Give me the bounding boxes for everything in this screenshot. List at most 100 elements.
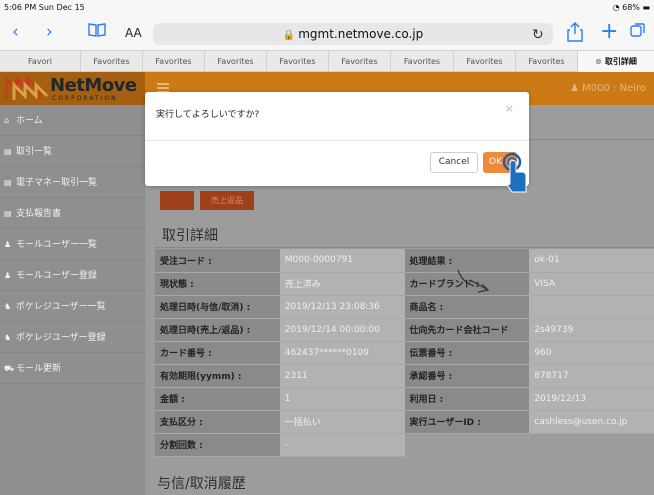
status-time: 5:06 PM Sun Dec 15: [4, 3, 85, 12]
sidebar-item-home[interactable]: ⌂ ホーム: [0, 105, 145, 136]
favorites-tab[interactable]: Favorites: [267, 51, 329, 72]
history-title: 与信/取消履歴: [157, 476, 246, 492]
table-row: 支払区分 : 一括払い 実行ユーザーID : cashless@usen.co.jp: [155, 410, 654, 434]
field-label: 伝票番号 :: [404, 341, 530, 365]
users-icon: ♞: [4, 333, 12, 342]
text-size-button[interactable]: AA: [125, 26, 142, 40]
field-label: 処理日時(与信/取消) :: [155, 295, 280, 319]
sidebar-item-pokereji-register[interactable]: ♞ ポケレジユーザー登録: [0, 322, 145, 353]
favorites-tab[interactable]: Favorites: [329, 51, 391, 72]
sidebar-item-label: 電子マネー取引一覧: [16, 178, 98, 188]
field-label: 利用日 :: [404, 387, 530, 411]
field-label: 受注コード :: [155, 249, 280, 273]
sidebar-item-emoney[interactable]: ▤ 電子マネー取引一覧: [0, 167, 145, 198]
tabs-icon[interactable]: [630, 22, 646, 43]
favorites-tab-label: Favorites: [528, 57, 565, 66]
forward-icon[interactable]: ›: [46, 22, 53, 42]
logo[interactable]: NetMove CORPORATION: [0, 72, 145, 105]
browser-toolbar: ‹ › AA 🔒 mgmt.netmove.co.jp ↻ +: [0, 16, 654, 50]
address-bar[interactable]: 🔒 mgmt.netmove.co.jp: [153, 23, 553, 45]
favorites-tab-label: Favorites: [155, 57, 192, 66]
favorites-tab-label: Favorites: [341, 57, 378, 66]
favorites-tab[interactable]: Favorites: [391, 51, 454, 72]
table-row: 金額 :1 利用日 :2019/12/13: [155, 387, 654, 411]
empty-cell: [529, 433, 654, 456]
sidebar-item-label: 支払報告書: [16, 209, 62, 219]
confirm-dialog: 実行してよろしいですか? × Cancel OK: [145, 92, 529, 186]
section-title: 取引詳細: [162, 228, 218, 244]
user-menu[interactable]: ♟ M000 : Neiro: [570, 83, 646, 94]
favorites-tab-label: Favorites: [93, 57, 130, 66]
field-value: 2019/12/13 23:08:36: [279, 295, 405, 319]
status-indicators: ◔ 68% ▬: [613, 3, 650, 12]
sidebar-item-payment-report[interactable]: ▤ 支払報告書: [0, 198, 145, 229]
favorites-tab[interactable]: Favorites: [205, 51, 267, 72]
sidebar-item-transactions[interactable]: ▤ 取引一覧: [0, 136, 145, 167]
sidebar-item-label: モールユーザー登録: [16, 271, 97, 281]
refund-button[interactable]: 売上返品: [200, 191, 254, 210]
table-row: 現状態 : 売上済み カードブランド : VISA: [155, 272, 654, 296]
sidebar-item-mall-user-register[interactable]: ♟ モールユーザー登録: [0, 260, 145, 291]
sidebar: ⌂ ホーム ▤ 取引一覧 ▤ 電子マネー取引一覧 ▤ 支払報告書 ♟ モールユーザー一覧 …: [0, 105, 145, 495]
field-label: 金額 :: [155, 387, 280, 411]
active-tab[interactable]: ⊗ 取引詳細: [578, 51, 654, 72]
sidebar-item-label: ホーム: [16, 116, 43, 126]
close-tab-icon[interactable]: ⊗: [595, 57, 602, 66]
favorites-tab[interactable]: Favorites: [516, 51, 578, 72]
field-value: 878717: [529, 364, 654, 388]
sidebar-item-label: モール更新: [16, 364, 62, 374]
field-value: 売上済み: [279, 272, 405, 296]
sidebar-item-pokereji-users[interactable]: ♞ ポケレジユーザー一覧: [0, 291, 145, 322]
annotation-arrow-icon: [457, 269, 490, 293]
document-icon: ▤: [4, 147, 12, 156]
favorites-tab-label: Favorites: [217, 57, 254, 66]
sidebar-item-label: ポケレジユーザー登録: [16, 333, 106, 343]
field-value: 960: [529, 341, 654, 365]
field-value: VISA: [529, 272, 654, 296]
favorites-tab[interactable]: Favori: [0, 51, 81, 72]
sidebar-item-mall-update[interactable]: ⛟ モール更新: [0, 353, 145, 384]
field-value: 1: [279, 387, 405, 411]
field-label: 支払区分 :: [155, 410, 280, 434]
empty-cell: [404, 433, 530, 456]
table-row: 処理日時(売上/返品) :2019/12/14 00:00:00 仕向先カード会社…: [155, 318, 654, 342]
share-icon[interactable]: [567, 22, 583, 47]
table-row: 処理日時(与信/取消) :2019/12/13 23:08:36 商品名 :: [155, 295, 654, 319]
divider: [145, 140, 529, 141]
field-label: 承認番号 :: [404, 364, 530, 388]
favorites-tab[interactable]: Favorites: [81, 51, 143, 72]
reload-icon[interactable]: ↻: [532, 25, 544, 45]
favorites-tab[interactable]: Favorites: [454, 51, 516, 72]
table-row: 分割回数 :-: [155, 433, 654, 457]
field-value: 2019/12/13: [529, 387, 654, 411]
wifi-icon: ◔: [612, 3, 620, 12]
favorites-tab[interactable]: Favorites: [143, 51, 205, 72]
tap-cursor-icon: [502, 152, 527, 193]
bookmarks-icon[interactable]: [88, 22, 106, 44]
user-name: M000 : Neiro: [582, 83, 646, 94]
field-value: 2s49739: [529, 318, 654, 342]
lock-icon: 🔒: [282, 30, 296, 41]
cancel-button[interactable]: Cancel: [430, 152, 478, 173]
sidebar-item-mall-users[interactable]: ♟ モールユーザー一覧: [0, 229, 145, 260]
field-label: 実行ユーザーID :: [404, 410, 530, 434]
action-button[interactable]: [160, 191, 194, 210]
logo-subtext: CORPORATION: [52, 95, 118, 102]
field-value: M000-0000791: [279, 249, 405, 273]
favorites-tab-label: Favori: [28, 57, 52, 66]
sidebar-item-label: 取引一覧: [16, 147, 53, 157]
field-value: 一括払い: [279, 410, 405, 434]
field-label: 有効期限(yymm) :: [155, 364, 280, 388]
battery-icon: ▬: [642, 3, 650, 12]
favorites-tab-label: Favorites: [403, 57, 441, 66]
battery-percent: 68%: [622, 3, 640, 12]
table-row: 受注コード : M000-0000791 処理結果 : ok-01: [155, 249, 654, 273]
back-icon[interactable]: ‹: [12, 22, 19, 42]
field-value: 2019/12/14 00:00:00: [279, 318, 405, 342]
user-icon: ♟: [4, 240, 12, 249]
new-tab-icon[interactable]: +: [600, 21, 618, 43]
field-value: 2311: [279, 364, 405, 388]
user-icon: ♟: [4, 271, 12, 280]
user-icon: ♟: [569, 83, 579, 94]
close-icon[interactable]: ×: [505, 102, 514, 115]
